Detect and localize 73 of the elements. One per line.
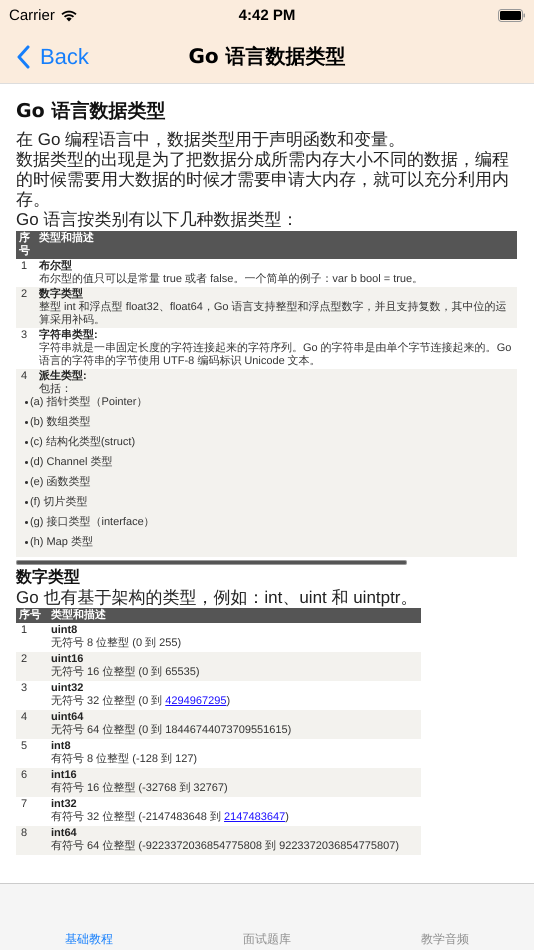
type-description: 无符号 32 位整型 (0 到 4294967295) bbox=[51, 695, 232, 708]
type-description: 有符号 32 位整型 (-2147483648 到 2147483647) bbox=[51, 811, 290, 824]
list-item: (e) 函数类型 bbox=[30, 476, 90, 489]
list-item: (d) Channel 类型 bbox=[30, 456, 113, 469]
table-cell: 8 bbox=[16, 826, 48, 855]
table-cell: 2 bbox=[16, 287, 36, 328]
table-cell: 1 bbox=[16, 259, 36, 287]
list-item: (g) 接口类型（interface） bbox=[30, 516, 155, 529]
list-item: (f) 切片类型 bbox=[30, 496, 88, 509]
type-name: uint16 bbox=[51, 653, 84, 666]
tab-item[interactable]: 教学音频 bbox=[356, 931, 534, 948]
table-cell: 6 bbox=[16, 768, 48, 797]
column-header: 序号 bbox=[16, 608, 48, 623]
article-paragraph: 在 Go 编程语言中，数据类型用于声明函数和变量。 bbox=[16, 130, 406, 150]
type-name: int8 bbox=[51, 740, 72, 753]
type-description: 布尔型的值只可以是常量 true 或者 false。一个简单的例子：var b bool = true。 bbox=[39, 273, 424, 286]
column-header: 类型和描述 bbox=[48, 608, 421, 623]
bullet-icon bbox=[25, 401, 28, 404]
list-item: (b) 数组类型 bbox=[30, 416, 90, 429]
type-name: uint8 bbox=[51, 624, 78, 637]
table-cell: 3 bbox=[16, 681, 48, 710]
type-description: 有符号 16 位整型 (-32768 到 32767) bbox=[51, 782, 229, 795]
type-description: 有符号 64 位整型 (-9223372036854775808 到 9223372036854775807) bbox=[51, 840, 400, 853]
list-item: (h) Map 类型 bbox=[30, 536, 93, 549]
back-button[interactable]: Back bbox=[0, 44, 89, 70]
type-name: uint32 bbox=[51, 682, 84, 695]
wifi-icon bbox=[60, 8, 78, 22]
bullet-icon bbox=[25, 481, 28, 484]
type-description: 整型 int 和浮点型 float32、float64，Go 语言支持整型和浮点型数字，并且支持复数，其中位的运算采用补码。 bbox=[39, 301, 508, 327]
bullet-icon bbox=[25, 541, 28, 544]
column-header: 序号 bbox=[16, 231, 36, 259]
table-cell: 1 bbox=[16, 623, 48, 652]
column-header: 类型和描述 bbox=[36, 231, 517, 259]
type-description: 有符号 8 位整型 (-128 到 127) bbox=[51, 753, 198, 766]
table-cell: 2 bbox=[16, 652, 48, 681]
page-title: Go 语言数据类型 bbox=[188, 43, 346, 70]
table-cell: 3 bbox=[16, 328, 36, 369]
type-name: int32 bbox=[51, 798, 78, 811]
type-name: uint64 bbox=[51, 711, 84, 724]
table-cell: 4 bbox=[16, 710, 48, 739]
type-name: 数字类型 bbox=[39, 288, 84, 301]
list-item: (c) 结构化类型(struct) bbox=[30, 436, 136, 449]
table-cell: 7 bbox=[16, 797, 48, 826]
section-heading: 数字类型 bbox=[16, 567, 81, 588]
type-description: 无符号 8 位整型 (0 到 255) bbox=[51, 637, 182, 650]
number-link[interactable]: 4294967295 bbox=[165, 695, 226, 707]
number-link[interactable]: 2147483647 bbox=[224, 811, 286, 823]
type-description: 无符号 16 位整型 (0 到 65535) bbox=[51, 666, 201, 679]
carrier-label: Carrier bbox=[9, 6, 55, 24]
tab-item[interactable]: 基础教程 bbox=[0, 931, 178, 948]
tab-item[interactable]: 面试题库 bbox=[178, 931, 356, 948]
article-paragraph: Go 语言按类别有以下几种数据类型： bbox=[16, 210, 300, 230]
battery-icon bbox=[498, 8, 526, 22]
type-description: 包括： bbox=[39, 383, 73, 396]
chevron-left-icon bbox=[16, 44, 30, 68]
type-name: int16 bbox=[51, 769, 78, 782]
bullet-icon bbox=[25, 421, 28, 424]
bullet-icon bbox=[25, 521, 28, 524]
table-cell: 5 bbox=[16, 739, 48, 768]
section-paragraph: Go 也有基于架构的类型，例如：int、uint 和 uintptr。 bbox=[16, 588, 418, 608]
article-paragraph: 数据类型的出现是为了把数据分成所需内存大小不同的数据，编程的时候需要用大数据的时候才需要申请大内存，就可以充分利用内存。 bbox=[16, 150, 510, 210]
type-name: 派生类型: bbox=[39, 370, 88, 383]
type-name: int64 bbox=[51, 827, 78, 840]
bullet-icon bbox=[25, 461, 28, 464]
article-heading: Go 语言数据类型 bbox=[16, 99, 166, 124]
clock-time: 4:42 PM bbox=[238, 6, 296, 24]
type-description: 无符号 64 位整型 (0 到 18446744073709551615) bbox=[51, 724, 292, 737]
bullet-icon bbox=[25, 501, 28, 504]
type-name: 布尔型 bbox=[39, 260, 73, 273]
type-description: 字符串就是一串固定长度的字符连接起来的字符序列。Go 的字符串是由单个字节连接起来的。Go 语言的字符串的字节使用 UTF-8 编码标识 Unicode 文本。 bbox=[39, 342, 512, 368]
list-item: (a) 指针类型（Pointer） bbox=[30, 396, 148, 409]
bullet-icon bbox=[25, 441, 28, 444]
type-name: 字符串类型: bbox=[39, 329, 99, 342]
